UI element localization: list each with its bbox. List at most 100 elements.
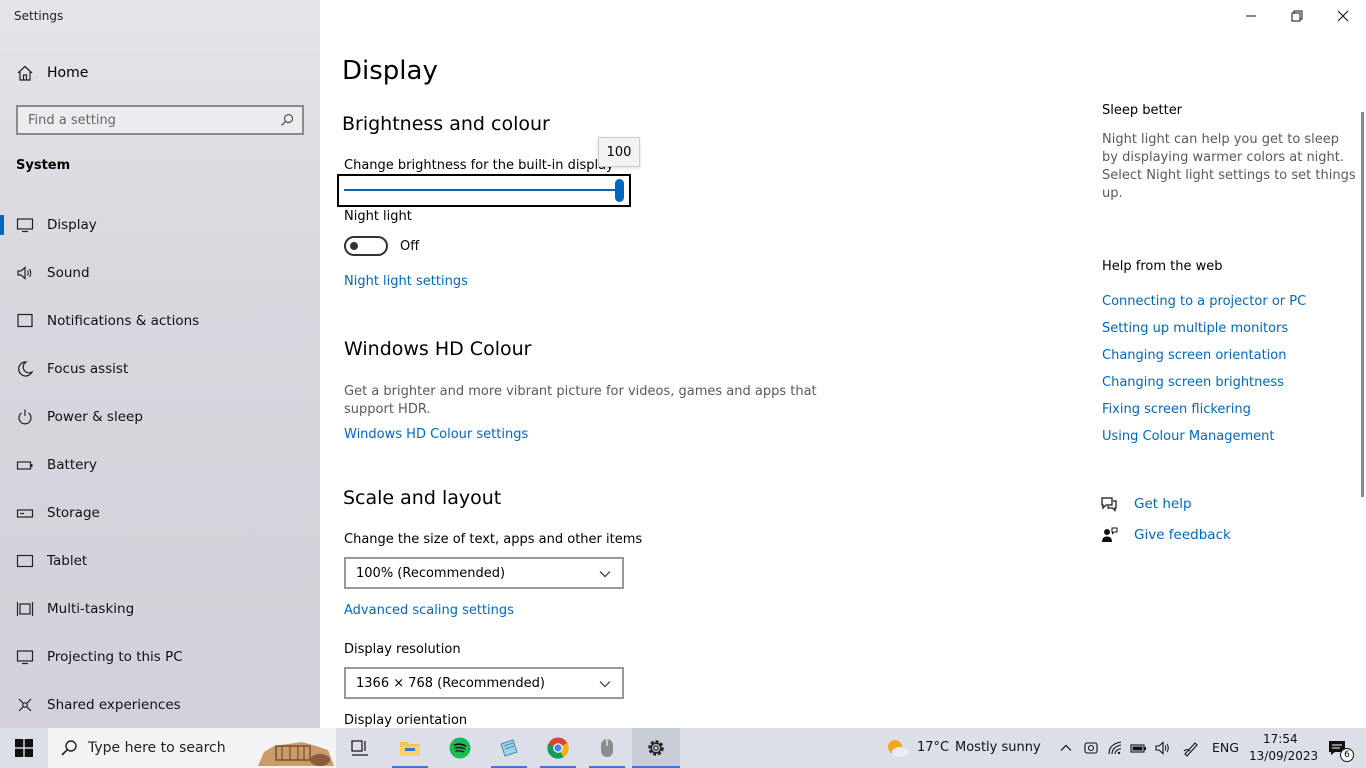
night-light-label: Night light <box>344 209 412 224</box>
get-help-link[interactable]: Get help <box>1100 494 1192 514</box>
minimize-button[interactable] <box>1228 0 1274 32</box>
brightness-value-tooltip: 100 <box>598 137 640 167</box>
battery-button[interactable] <box>1128 728 1150 768</box>
sidebar-item-label: Shared experiences <box>47 697 181 713</box>
help-heading: Help from the web <box>1102 259 1223 274</box>
help-link-multiple-monitors[interactable]: Setting up multiple monitors <box>1102 321 1288 336</box>
advanced-scaling-link[interactable]: Advanced scaling settings <box>344 603 514 618</box>
brightness-slider-thumb[interactable] <box>615 179 624 202</box>
volume-button[interactable] <box>1152 728 1174 768</box>
speaker-icon <box>17 266 32 280</box>
shared-icon <box>18 698 32 712</box>
folder-icon <box>400 742 420 756</box>
search-input[interactable] <box>18 107 258 133</box>
language-indicator[interactable]: ENG <box>1212 740 1239 755</box>
help-link-brightness[interactable]: Changing screen brightness <box>1102 375 1284 390</box>
sidebar-item-label: Focus assist <box>47 361 129 377</box>
weather-widget[interactable] <box>884 728 910 768</box>
pen-icon <box>1183 742 1198 757</box>
sidebar-item-battery[interactable]: Battery <box>0 445 320 485</box>
weather-sunny-icon <box>888 740 908 757</box>
meet-now-button[interactable] <box>1081 728 1101 768</box>
give-feedback-label: Give feedback <box>1134 527 1231 543</box>
sidebar-item-label: Projecting to this PC <box>47 649 183 665</box>
help-link-orientation[interactable]: Changing screen orientation <box>1102 348 1286 363</box>
app-title: Settings <box>14 9 64 23</box>
gear-icon <box>648 740 664 756</box>
task-view-icon <box>351 740 368 756</box>
settings-taskbar-button[interactable] <box>632 728 680 768</box>
settings-search[interactable] <box>16 105 304 135</box>
sidebar-item-sound[interactable]: Sound <box>0 253 320 293</box>
sidebar-item-label: Tablet <box>47 553 88 569</box>
windows-logo-icon <box>15 739 33 757</box>
home-label: Home <box>47 65 89 81</box>
mouse-app-button[interactable] <box>585 728 629 768</box>
network-button[interactable] <box>1105 728 1127 768</box>
help-link-colour-management[interactable]: Using Colour Management <box>1102 429 1274 444</box>
home-button[interactable]: Home <box>0 58 320 88</box>
clock-date[interactable]: 13/09/2023 <box>1249 749 1318 763</box>
sidebar-item-tablet[interactable]: Tablet <box>0 541 320 581</box>
hdr-description-line: Get a brighter and more vibrant picture … <box>344 384 817 399</box>
sidebar-item-multitasking[interactable]: Multi-tasking <box>0 589 320 629</box>
size-label: Change the size of text, apps and other … <box>344 532 643 547</box>
task-view-button[interactable] <box>338 728 382 768</box>
sidebar-item-shared-experiences[interactable]: Shared experiences <box>0 685 320 725</box>
sleep-description: Night light can help you get to sleep by… <box>1102 131 1356 203</box>
notepad-app-button[interactable] <box>487 728 531 768</box>
chrome-button[interactable] <box>536 728 580 768</box>
battery-charging-icon <box>1130 744 1146 753</box>
sidebar-item-label: Storage <box>47 505 100 521</box>
taskbar: 17°C Mostly sunny ENG 17:54 13/09/2023 6 <box>0 728 1366 768</box>
hdr-settings-link[interactable]: Windows HD Colour settings <box>344 427 528 442</box>
taskbar-search[interactable] <box>48 728 336 768</box>
show-hidden-icons-button[interactable] <box>1057 728 1075 768</box>
restore-button[interactable] <box>1274 0 1320 32</box>
pen-workspace-button[interactable] <box>1180 728 1202 768</box>
sidebar-item-power-sleep[interactable]: Power & sleep <box>0 397 320 437</box>
sleep-description-line: up. <box>1102 186 1123 201</box>
search-highlight-icon <box>258 742 334 766</box>
sidebar-item-notifications[interactable]: Notifications & actions <box>0 301 320 341</box>
file-explorer-button[interactable] <box>388 728 432 768</box>
sidebar-item-projecting[interactable]: Projecting to this PC <box>0 637 320 677</box>
action-center-button[interactable]: 6 <box>1318 728 1358 768</box>
give-feedback-link[interactable]: Give feedback <box>1100 525 1231 545</box>
brightness-slider-track <box>344 189 622 191</box>
spotify-icon <box>449 737 471 759</box>
sleep-description-line: Select Night light settings to set thing… <box>1102 168 1356 183</box>
night-light-settings-link[interactable]: Night light settings <box>344 274 468 289</box>
multitasking-icon <box>16 602 34 616</box>
chrome-icon <box>547 737 569 759</box>
sidebar-item-storage[interactable]: Storage <box>0 493 320 533</box>
search-icon <box>61 740 77 756</box>
moon-icon <box>18 361 34 377</box>
weather-temp[interactable]: 17°C <box>917 740 949 755</box>
close-button[interactable] <box>1320 0 1366 32</box>
weather-description[interactable]: Mostly sunny <box>955 740 1041 755</box>
sidebar-item-display[interactable]: Display <box>0 205 320 245</box>
spotify-button[interactable] <box>438 728 482 768</box>
taskbar-search-input[interactable] <box>88 740 258 756</box>
chat-help-icon <box>1101 497 1117 512</box>
help-link-projector[interactable]: Connecting to a projector or PC <box>1102 294 1306 309</box>
scale-dropdown[interactable]: 100% (Recommended) <box>344 557 624 589</box>
search-icon <box>281 113 294 126</box>
sidebar-item-label: Multi-tasking <box>47 601 135 617</box>
scrollbar[interactable] <box>1361 112 1364 497</box>
brightness-heading: Brightness and colour <box>342 113 550 135</box>
clock-time[interactable]: 17:54 <box>1263 732 1298 746</box>
night-light-toggle[interactable] <box>344 236 388 256</box>
hdr-heading: Windows HD Colour <box>344 338 532 360</box>
help-link-flickering[interactable]: Fixing screen flickering <box>1102 402 1251 417</box>
start-button[interactable] <box>0 728 48 768</box>
restore-icon <box>1291 10 1303 22</box>
night-light-state: Off <box>400 239 420 254</box>
sleep-description-line: by displaying warmer colors at night. <box>1102 150 1345 165</box>
tablet-icon <box>16 554 34 568</box>
hdr-description-line: support HDR. <box>344 402 431 417</box>
sidebar-item-label: Notifications & actions <box>47 313 200 329</box>
resolution-dropdown[interactable]: 1366 × 768 (Recommended) <box>344 667 624 699</box>
sidebar-item-focus-assist[interactable]: Focus assist <box>0 349 320 389</box>
